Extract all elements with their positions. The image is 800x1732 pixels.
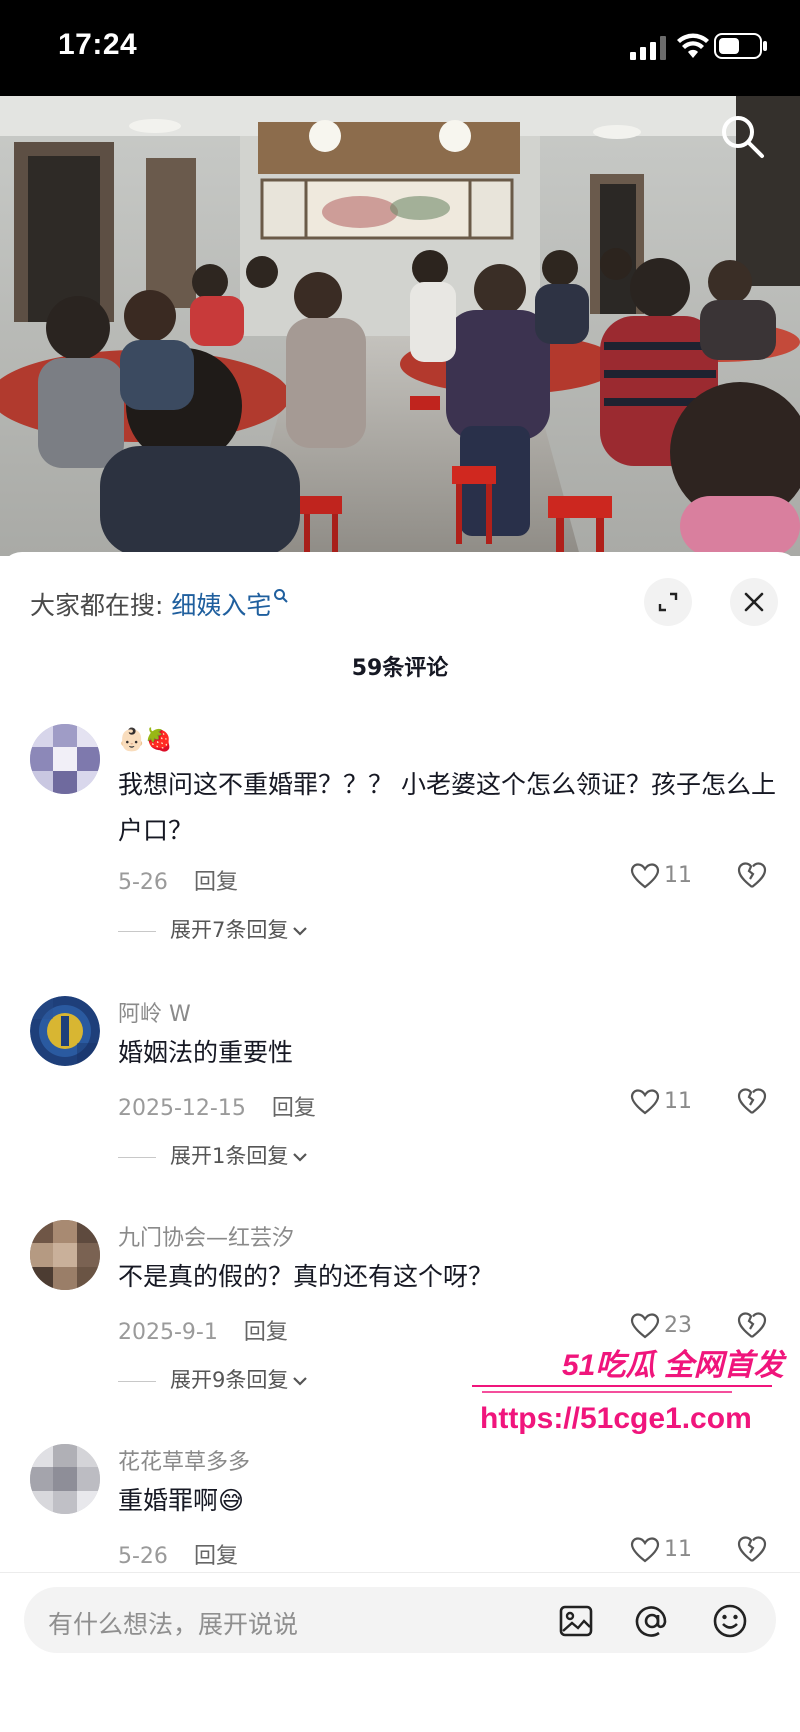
reply-button[interactable]: 回复 [194,870,238,895]
username-badges: 👶🏻🍓 [118,728,173,753]
comment-text: 婚姻法的重要性 [118,1038,294,1067]
reply-button[interactable]: 回复 [272,1096,316,1121]
watermark: 51吃瓜 全网首发 https://51cge1.com [472,1340,792,1450]
emoji-icon[interactable] [712,1603,748,1639]
wifi-icon [677,33,709,58]
comment-text: 我想问这不重婚罪？？？ 小老婆这个怎么领证？孩子怎么上户口？ [118,770,776,845]
username[interactable]: 花花草草多多 [118,1444,250,1476]
like-button[interactable]: 23 [630,1312,692,1340]
avatar[interactable] [30,1444,100,1514]
chevron-down-icon [293,927,308,936]
expand-replies-label: 展开7条回复 [170,918,289,942]
broken-heart-icon[interactable] [736,1310,768,1340]
signal-icon [630,36,666,60]
comment-count: 59条评论 [351,656,449,681]
close-icon [744,592,764,612]
expand-replies-button[interactable]: 展开9条回复 [118,1364,308,1394]
avatar-image [30,1220,100,1290]
divider-dash [118,1156,156,1158]
chevron-down-icon [293,1377,308,1386]
comment-date: 2025-9-1 [118,1320,218,1345]
video-player[interactable] [0,96,800,556]
search-suggestion-label: 大家都在搜: [30,591,164,620]
chevron-down-icon [293,1153,308,1162]
expand-replies-label: 展开1条回复 [170,1144,289,1168]
like-count: 11 [664,1089,692,1114]
search-suggestion-term: 细姨入宅 [171,591,272,620]
comment-date: 5-26 [118,1544,168,1569]
expand-icon [658,592,678,612]
avatar-image [30,724,100,794]
like-button[interactable]: 11 [630,862,692,890]
heart-icon [630,1313,660,1339]
divider-dash [118,930,156,932]
heart-icon [630,863,660,889]
username[interactable]: 阿岭 W [118,996,191,1028]
comment-sheet: 大家都在搜: 细姨入宅 59条评论 👶🏻🍓 我想问这不重婚罪？？？ 小老婆这个怎… [0,552,800,1731]
comment-input-bar: 有什么想法，展开说说 [0,1572,800,1732]
heart-icon [630,1537,660,1563]
video-frame [0,96,800,556]
at-icon[interactable] [634,1603,670,1639]
comment-meta: 5-26 回复 [118,1538,238,1570]
comment-text: 重婚罪啊😅 [118,1486,245,1515]
battery-icon [714,33,767,59]
avatar[interactable] [30,1220,100,1290]
avatar[interactable] [30,724,100,794]
expand-sheet-button[interactable] [644,578,692,626]
close-sheet-button[interactable] [730,578,778,626]
watermark-lines [472,1385,772,1393]
comment-input-placeholder: 有什么想法，展开说说 [48,1610,299,1639]
like-button[interactable]: 11 [630,1088,692,1116]
broken-heart-icon[interactable] [736,860,768,890]
broken-heart-icon[interactable] [736,1534,768,1564]
like-count: 11 [664,1537,692,1562]
comment-meta: 5-26 回复 [118,864,238,896]
search-icon[interactable] [718,112,766,160]
watermark-brand: 51吃瓜 全网首发 [562,1349,784,1382]
expand-replies-label: 展开9条回复 [170,1368,289,1392]
comment-meta: 2025-12-15 回复 [118,1090,316,1122]
like-count: 23 [664,1313,692,1338]
broken-heart-icon[interactable] [736,1086,768,1116]
comment-date: 5-26 [118,870,168,895]
reply-button[interactable]: 回复 [244,1320,288,1345]
search-icon [274,589,289,603]
image-icon[interactable] [558,1603,594,1639]
comment-date: 2025-12-15 [118,1096,246,1121]
search-suggestion: 大家都在搜: 细姨入宅 [30,586,289,622]
watermark-url: https://51cge1.com [480,1402,752,1435]
heart-icon [630,1089,660,1115]
avatar-image [30,1444,100,1514]
expand-replies-button[interactable]: 展开1条回复 [118,1140,308,1170]
avatar-image [30,996,100,1066]
status-time: 17:24 [58,28,138,61]
comment-text: 不是真的假的？真的还有这个呀？ [118,1262,494,1291]
reply-button[interactable]: 回复 [194,1544,238,1569]
like-count: 11 [664,863,692,888]
status-bar: 17:24 [0,0,800,96]
comment-meta: 2025-9-1 回复 [118,1314,288,1346]
search-suggestion-link[interactable]: 细姨入宅 [171,589,289,620]
expand-replies-button[interactable]: 展开7条回复 [118,914,308,944]
like-button[interactable]: 11 [630,1536,692,1564]
avatar[interactable] [30,996,100,1066]
divider-dash [118,1380,156,1382]
username[interactable]: 九门协会—红芸汐 [118,1220,294,1252]
